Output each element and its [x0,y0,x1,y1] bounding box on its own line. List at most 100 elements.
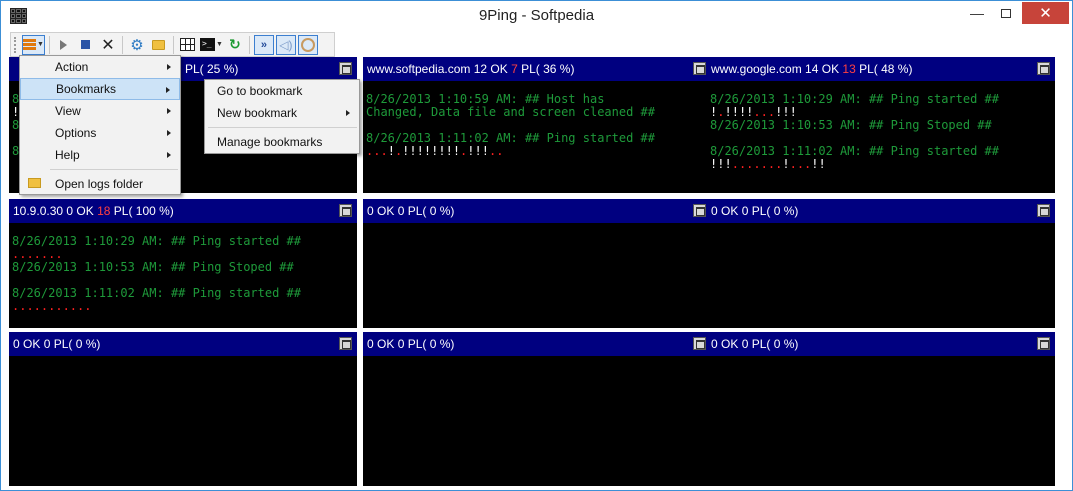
menu-item-help[interactable]: Help [20,144,180,166]
menu-item-view[interactable]: View [20,100,180,122]
menu-item-manage-bookmarks[interactable]: Manage bookmarks [206,131,359,153]
log-line: 8/26/2013 1:10:29 AM: ## Ping started ## [12,234,301,248]
ping-log [365,225,709,326]
menu-button[interactable]: ▼ [22,34,45,55]
ok-count-label: 0 OK [13,337,44,351]
ping-panel[interactable]: www.softpedia.com 12 OK 7 PL( 36 %) 8/26/… [363,57,711,193]
host-label: www.softpedia.com [367,62,474,76]
close-window-button[interactable]: ✕ [1022,2,1069,24]
ping-log [709,225,1053,326]
loss-count-label: 13 [842,62,860,76]
ok-count-label: 0 OK [367,337,398,351]
dropdown-caret-icon: ▼ [215,41,223,48]
panel-header: www.google.com 14 OK 13 PL( 48 %) [707,57,1055,81]
toolbar-grip[interactable] [14,36,18,53]
ping-log [709,358,1053,484]
menu-item-label: View [55,104,81,118]
panel-header: 0 OK 0 PL( 0 %) [363,199,711,223]
ok-count-label: 0 OK [367,204,398,218]
menu-separator [208,127,357,128]
title-bar: 9Ping - Softpedia — ✕ [1,1,1072,31]
layout-button[interactable] [178,35,198,55]
toolbar-separator [248,35,250,54]
loss-count-label: 0 [741,337,752,351]
timer-button[interactable] [297,34,318,55]
packet-loss-label: PL( 100 %) [113,204,174,218]
loss-count-label: 18 [97,204,114,218]
host-label: www.google.com [711,62,806,76]
menu-item-label: Go to bookmark [217,84,303,98]
panel-maximize-icon[interactable] [1037,337,1050,350]
panel-maximize-icon[interactable] [693,337,706,350]
menu-item-action[interactable]: Action [20,56,180,78]
log-line: 8/26/2013 1:10:53 AM: ## Ping Stoped ## [12,260,294,274]
ping-panel[interactable]: 0 OK 0 PL( 0 %) [363,332,711,486]
panel-maximize-icon[interactable] [339,337,352,350]
main-dropdown-menu: Action Bookmarks View Options Help Open … [19,55,181,195]
packet-loss-label: PL( 48 %) [859,62,913,76]
panel-maximize-icon[interactable] [1037,62,1050,75]
minimize-button[interactable]: — [963,2,991,24]
window-title: 9Ping - Softpedia [478,7,595,24]
chevron-right-icon [167,64,171,70]
panel-header: 0 OK 0 PL( 0 %) [363,332,711,356]
loss-count-label: 7 [511,62,522,76]
packet-loss-label: PL( 25 %) [185,62,239,76]
console-button[interactable]: >_ ▼ [199,35,223,55]
stop-button[interactable] [76,35,96,55]
packet-loss-label: PL( 36 %) [521,62,575,76]
terminal-icon: >_ [199,38,215,51]
play-icon [60,39,68,50]
menu-item-open-logs-folder[interactable]: Open logs folder [20,173,180,195]
panel-maximize-icon[interactable] [339,62,352,75]
clock-icon [300,37,315,52]
panel-maximize-icon[interactable] [693,62,706,75]
log-line: ........... [12,299,92,313]
ping-log: 8/26/2013 1:10:59 AM: ## Host has Changed… [365,83,709,191]
menu-item-label: Action [55,60,89,74]
folder-icon [152,39,166,50]
panel-maximize-icon[interactable] [693,204,706,217]
packet-loss-label: PL( 0 %) [751,337,799,351]
panel-maximize-icon[interactable] [1037,204,1050,217]
menu-item-go-to-bookmark[interactable]: Go to bookmark [206,80,359,102]
log-line: 8/26/2013 1:10:53 AM: ## Ping Stoped ## [710,118,992,132]
menu-item-label: Bookmarks [56,82,117,96]
settings-button[interactable]: ⚙ [127,35,147,55]
menu-item-bookmarks[interactable]: Bookmarks [20,78,180,100]
expand-button[interactable]: » [253,34,274,55]
ping-panel[interactable]: www.google.com 14 OK 13 PL( 48 %) 8/26/20… [707,57,1055,193]
ping-panel[interactable]: 0 OK 0 PL( 0 %) [707,332,1055,486]
ok-count-label: 0 OK [66,204,98,218]
clear-button[interactable]: ✕ [98,35,118,55]
ping-log: 8/26/2013 1:10:29 AM: ## Ping started ##… [709,83,1053,191]
panel-header: 0 OK 0 PL( 0 %) [707,332,1055,356]
panel-header: 0 OK 0 PL( 0 %) [707,199,1055,223]
panel-header: www.softpedia.com 12 OK 7 PL( 36 %) [363,57,711,81]
log-line: !!!.......!...!! [710,157,826,171]
ping-panel[interactable]: 0 OK 0 PL( 0 %) [9,332,357,486]
menu-item-new-bookmark[interactable]: New bookmark [206,102,359,124]
packet-loss-label: PL( 0 %) [751,204,799,218]
packet-loss-label: PL( 0 %) [407,337,455,351]
stop-icon [81,40,91,49]
maximize-button[interactable] [992,2,1020,24]
toolbar-separator [172,35,174,54]
menu-item-options[interactable]: Options [20,122,180,144]
chevron-right-icon [167,152,171,158]
bookmarks-submenu: Go to bookmark New bookmark Manage bookm… [204,79,360,154]
chevron-right-icon [167,130,171,136]
chevron-right-icon [346,110,350,116]
ping-panel[interactable]: 10.9.0.30 0 OK 18 PL( 100 %) 8/26/2013 1:… [9,199,357,328]
packet-loss-label: PL( 0 %) [407,204,455,218]
ping-panel[interactable]: 0 OK 0 PL( 0 %) [363,199,711,328]
menu-icon [23,39,36,50]
panel-header: 10.9.0.30 0 OK 18 PL( 100 %) [9,199,357,223]
panel-maximize-icon[interactable] [339,204,352,217]
start-button[interactable] [54,35,74,55]
sound-button[interactable]: ◁) [275,34,296,55]
ping-panel[interactable]: 0 OK 0 PL( 0 %) [707,199,1055,328]
refresh-button[interactable]: ↻ [225,35,245,55]
ping-log [365,358,709,484]
open-folder-button[interactable] [149,35,169,55]
